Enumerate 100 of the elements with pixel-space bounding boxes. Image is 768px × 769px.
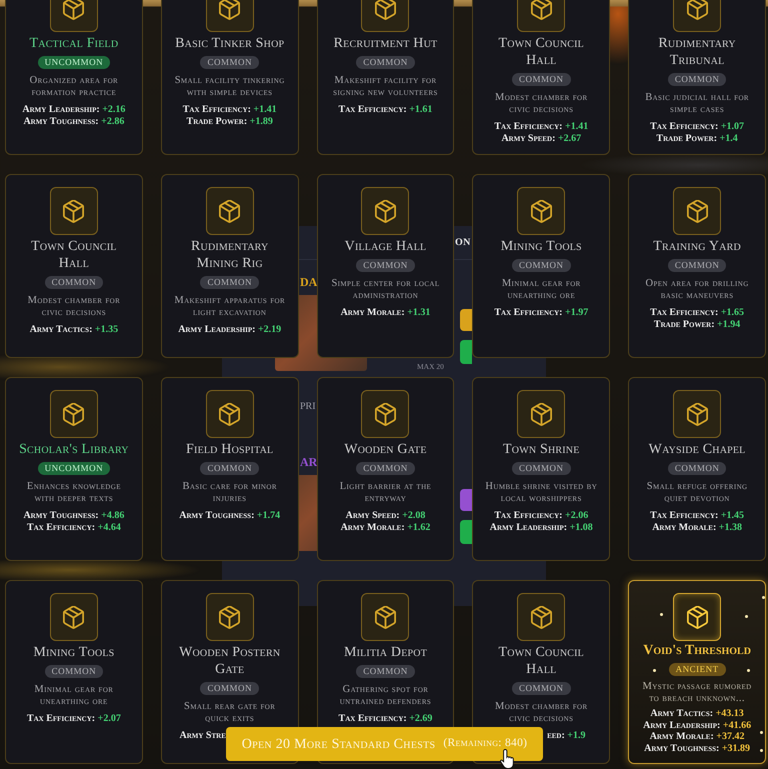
stat-line: Army Leadership: +41.66 — [643, 720, 752, 731]
sparkle-icon — [747, 669, 750, 672]
box-icon — [517, 187, 566, 235]
sparkle-icon — [653, 669, 656, 672]
card-description: Small facility tinkering with simple devices — [174, 75, 286, 99]
rarity-badge: COMMON — [356, 259, 415, 272]
card-description: Modest chamber for civic decisions — [26, 295, 122, 319]
open-chests-button[interactable]: Open 20 More Standard Chests (Remaining: 840) — [226, 727, 543, 761]
card-title: Town Council Hall — [498, 35, 585, 69]
rarity-badge: COMMON — [44, 276, 104, 289]
card-description: Basic care for minor injuries — [181, 481, 278, 505]
box-icon — [206, 593, 254, 641]
stat-line: Tax Efficiency: +4.64 — [26, 522, 121, 534]
rarity-badge: COMMON — [668, 73, 726, 86]
stat-line: Tax Efficiency: +1.41 — [182, 104, 277, 116]
action-button[interactable] — [460, 309, 472, 331]
rarity-badge: ANCIENT — [668, 663, 726, 676]
card-description: Minimal gear for unearthing ore — [500, 278, 582, 302]
card-description: Makeshift facility for signing new volunteers — [332, 75, 439, 99]
rarity-badge: COMMON — [512, 73, 571, 86]
card-description: Humble shrine visited by local worshippers — [484, 481, 598, 505]
sparkle-icon — [660, 613, 664, 616]
box-icon — [50, 187, 98, 235]
card-description: Organized area for formation practice — [28, 75, 120, 99]
rarity-badge: COMMON — [668, 462, 726, 475]
rarity-badge: COMMON — [200, 462, 259, 475]
card-description: Small refuge offering quiet devotion — [646, 481, 748, 505]
stat-line: Tax Efficiency: +1.61 — [338, 104, 432, 116]
rarity-badge: COMMON — [512, 462, 571, 475]
stat-line: Tax Efficiency: +2.07 — [26, 713, 121, 725]
card-title: Town Council Hall — [30, 238, 118, 272]
rarity-badge: COMMON — [200, 276, 259, 289]
sparkle-icon — [760, 731, 764, 734]
box-icon — [673, 390, 722, 438]
stat-line: Army Stre — [179, 730, 226, 742]
box-icon — [673, 593, 722, 641]
rarity-badge: COMMON — [200, 682, 259, 695]
dialog-title: ON — [455, 236, 471, 248]
stat-line: eed: +1.9 — [547, 730, 586, 742]
card-title: Rudimentary Mining Rig — [190, 238, 270, 272]
card-title: Village Hall — [344, 238, 426, 255]
box-icon — [206, 187, 254, 235]
stat-line: Army Morale: +1.31 — [340, 307, 430, 319]
card-title: Town Council Hall — [498, 644, 585, 678]
rarity-badge: COMMON — [512, 682, 571, 695]
card-description: Simple center for local administration — [330, 278, 441, 302]
stat-line: Army Tactics: +43.13 — [650, 708, 744, 720]
stat-line: Army Leadership: +1.08 — [490, 522, 593, 534]
box-icon — [361, 390, 410, 438]
card-description: Modest chamber for civic decisions — [494, 92, 589, 116]
box-icon — [361, 593, 410, 641]
stat-line: Tax Efficiency: +1.41 — [494, 121, 588, 133]
card-title: Scholar's Library — [19, 441, 129, 458]
card-description: Open area for drilling basic maneuvers — [644, 278, 750, 302]
card-title: Rudimentary Tribunal — [657, 35, 737, 69]
stat-line: Army Morale: +1.62 — [340, 522, 430, 534]
action-button[interactable] — [460, 520, 472, 544]
rarity-badge: COMMON — [668, 259, 726, 272]
box-icon — [517, 593, 566, 641]
chest-title: AR — [300, 455, 318, 469]
stat-line: Tax Efficiency: +1.45 — [650, 510, 744, 522]
card-description: Basic judicial hall for simple cases — [644, 92, 750, 116]
box-icon — [50, 390, 98, 438]
action-button[interactable] — [460, 489, 472, 511]
price-label: PRI — [300, 401, 316, 413]
rarity-badge: COMMON — [44, 665, 104, 678]
box-icon — [50, 593, 98, 641]
stat-line: Tax Efficiency: +1.97 — [494, 307, 588, 319]
action-button[interactable] — [460, 340, 472, 364]
stat-line: Army Morale: +1.38 — [652, 522, 742, 534]
card-description: Gathering spot for untrained defenders — [338, 684, 432, 708]
card-description: Enhances knowledge with deeper texts — [26, 481, 122, 505]
box-icon — [673, 187, 722, 235]
stat-line: Tax Efficiency: +1.65 — [650, 307, 744, 319]
card-description: Makeshift apparatus for light excavation — [173, 295, 286, 319]
card-title: Town Shrine — [503, 441, 580, 458]
rarity-badge: COMMON — [356, 56, 415, 69]
card-title: Wayside Chapel — [648, 441, 746, 458]
stat-line: Trade Power: +1.89 — [186, 116, 273, 128]
stat-line: Army Speed: +2.67 — [501, 133, 582, 145]
stat-line: Trade Power: +1.4 — [656, 133, 738, 145]
sparkle-icon — [745, 615, 748, 618]
box-icon — [361, 187, 410, 235]
card-title: Void's Threshold — [643, 642, 751, 659]
rarity-badge: COMMON — [200, 56, 259, 69]
card-description: Modest chamber for civic decisions — [494, 701, 589, 725]
card-title: Wooden Postern Gate — [178, 644, 282, 678]
sparkle-icon — [760, 749, 764, 752]
stat-line: Army Morale: +37.42 — [650, 731, 744, 742]
rarity-badge: COMMON — [356, 462, 415, 475]
card-description: Minimal gear for unearthing ore — [33, 684, 114, 708]
sparkle-icon — [762, 596, 766, 599]
stat-line: Army Leadership: +2.16 — [22, 104, 126, 116]
box-icon — [517, 390, 566, 438]
stat-line: Trade Power: +1.94 — [654, 319, 740, 331]
rarity-badge: COMMON — [512, 259, 571, 272]
stat-line: Army Toughness: +4.86 — [23, 510, 124, 522]
stat-line: Army Toughness: +2.86 — [23, 116, 124, 128]
rarity-badge: UNCOMMON — [38, 56, 110, 69]
stat-line: Army Toughness: +31.89 — [644, 742, 750, 754]
